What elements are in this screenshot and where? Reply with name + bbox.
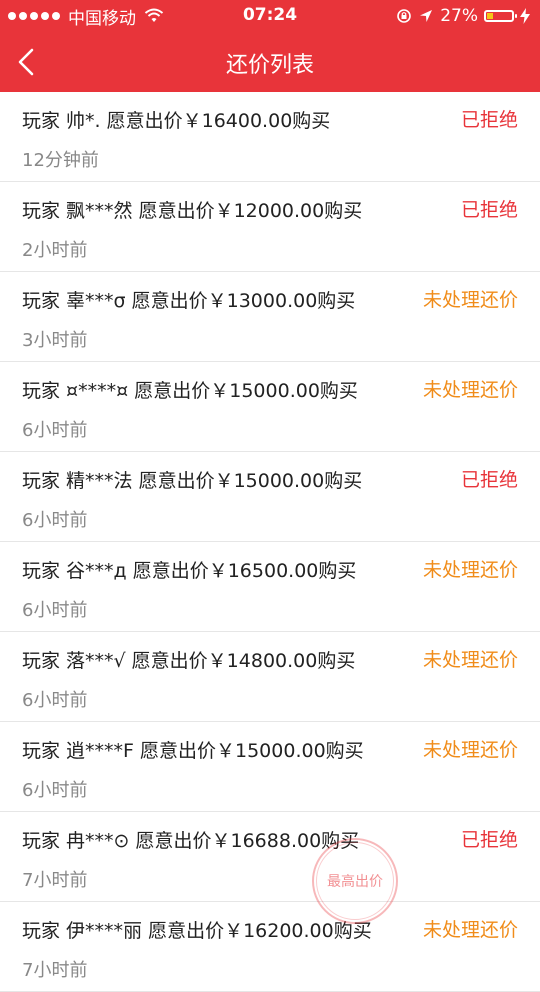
- offer-time: 2小时前: [22, 240, 88, 261]
- offer-row[interactable]: 玩家 伊****丽 愿意出价￥16200.00购买 7小时前 未处理还价: [0, 902, 540, 992]
- offer-row[interactable]: 玩家 逍****F 愿意出价￥15000.00购买 6小时前 未处理还价: [0, 722, 540, 812]
- offer-row[interactable]: 玩家 辜***σ 愿意出价￥13000.00购买 3小时前 未处理还价: [0, 272, 540, 362]
- offer-text: 玩家 伊****丽 愿意出价￥16200.00购买: [22, 920, 372, 942]
- battery-percent: 27%: [440, 6, 478, 26]
- status-pending-button[interactable]: 未处理还价: [423, 915, 518, 942]
- status-pending-button[interactable]: 未处理还价: [423, 285, 518, 312]
- offer-time: 7小时前: [22, 870, 88, 891]
- status-pending-button[interactable]: 未处理还价: [423, 375, 518, 402]
- offer-list: 玩家 帅*. 愿意出价￥16400.00购买 12分钟前 已拒绝 玩家 飘***然 愿…: [0, 92, 540, 992]
- status-pending-button[interactable]: 未处理还价: [423, 735, 518, 762]
- offer-time: 6小时前: [22, 690, 88, 711]
- highest-bid-stamp: 最高出价: [312, 838, 398, 924]
- offer-text: 玩家 冉***⊙ 愿意出价￥16688.00购买: [22, 830, 360, 852]
- offer-row[interactable]: 玩家 谷***д 愿意出价￥16500.00购买 6小时前 未处理还价: [0, 542, 540, 632]
- offer-time: 6小时前: [22, 600, 88, 621]
- nav-bar: 还价列表: [0, 32, 540, 92]
- offer-text: 玩家 落***√ 愿意出价￥14800.00购买: [22, 650, 356, 672]
- offer-text: 玩家 帅*. 愿意出价￥16400.00购买: [22, 110, 331, 132]
- offer-time: 12分钟前: [22, 150, 99, 171]
- rotation-lock-icon: [397, 9, 412, 23]
- status-rejected: 已拒绝: [460, 469, 518, 491]
- status-pending-button[interactable]: 未处理还价: [423, 645, 518, 672]
- offer-text: 玩家 ¤****¤ 愿意出价￥15000.00购买: [22, 380, 358, 402]
- page-title: 还价列表: [225, 53, 314, 78]
- charging-bolt-icon: [520, 8, 530, 24]
- offer-text: 玩家 谷***д 愿意出价￥16500.00购买: [22, 560, 357, 582]
- stamp-label: 最高出价: [316, 842, 394, 920]
- battery-level: [487, 13, 493, 19]
- offer-row[interactable]: 玩家 冉***⊙ 愿意出价￥16688.00购买 7小时前 已拒绝: [0, 812, 540, 902]
- status-rejected: 已拒绝: [460, 109, 518, 131]
- offer-row[interactable]: 玩家 帅*. 愿意出价￥16400.00购买 12分钟前 已拒绝: [0, 92, 540, 182]
- status-pending-button[interactable]: 未处理还价: [423, 555, 518, 582]
- offer-text: 玩家 飘***然 愿意出价￥12000.00购买: [22, 200, 363, 222]
- offer-row[interactable]: 玩家 ¤****¤ 愿意出价￥15000.00购买 6小时前 未处理还价: [0, 362, 540, 452]
- offer-text: 玩家 逍****F 愿意出价￥15000.00购买: [22, 740, 364, 762]
- offer-time: 3小时前: [22, 330, 88, 351]
- offer-row[interactable]: 玩家 落***√ 愿意出价￥14800.00购买 6小时前 未处理还价: [0, 632, 540, 722]
- status-rejected: 已拒绝: [460, 199, 518, 221]
- offer-time: 6小时前: [22, 780, 88, 801]
- offer-time: 6小时前: [22, 420, 88, 441]
- status-rejected: 已拒绝: [460, 829, 518, 851]
- status-bar: 中国移动 07:24 27%: [0, 0, 540, 32]
- battery-icon: [484, 10, 517, 22]
- offer-time: 6小时前: [22, 510, 88, 531]
- offer-text: 玩家 辜***σ 愿意出价￥13000.00购买: [22, 290, 356, 312]
- offer-row[interactable]: 玩家 精***法 愿意出价￥15000.00购买 6小时前 已拒绝: [0, 452, 540, 542]
- offer-row[interactable]: 玩家 飘***然 愿意出价￥12000.00购买 2小时前 已拒绝: [0, 182, 540, 272]
- status-bar-right: 27%: [396, 5, 530, 27]
- offer-text: 玩家 精***法 愿意出价￥15000.00购买: [22, 470, 363, 492]
- location-arrow-icon: [420, 10, 433, 22]
